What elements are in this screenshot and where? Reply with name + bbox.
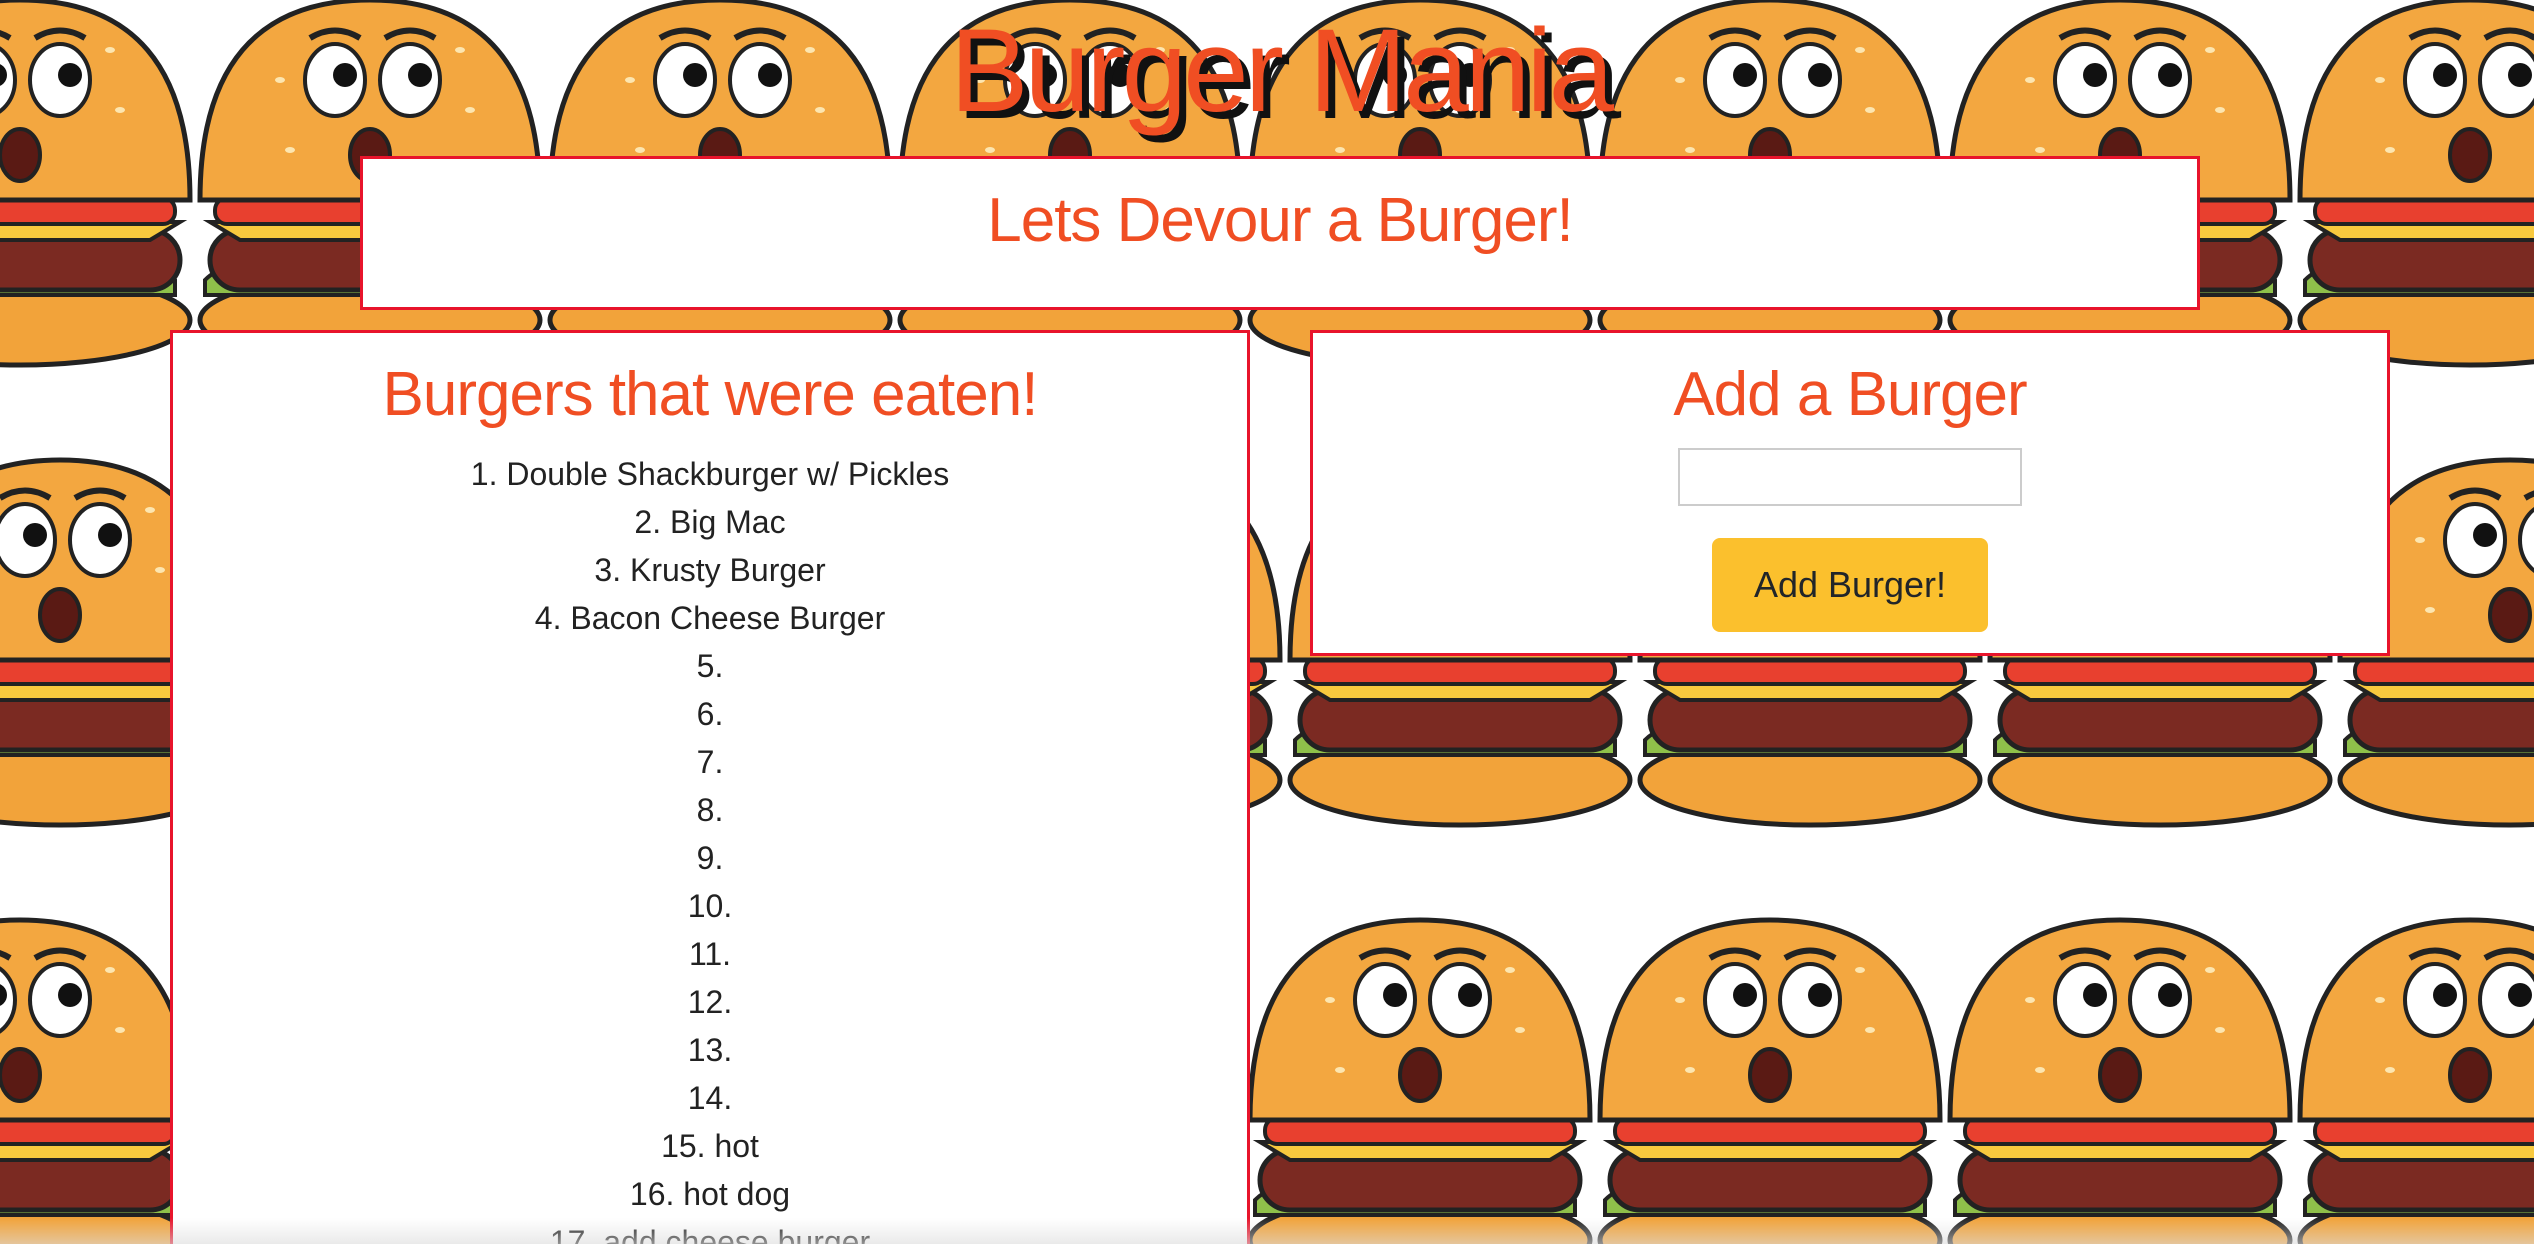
eaten-burgers-list: 1. Double Shackburger w/ Pickles 2. Big M… xyxy=(173,450,1247,1244)
burger-name-input[interactable] xyxy=(1678,448,2022,506)
eaten-burger-item: 4. Bacon Cheese Burger xyxy=(534,600,886,636)
bottom-fade xyxy=(0,1218,2534,1244)
add-burger-heading: Add a Burger xyxy=(1673,360,2027,429)
eaten-burger-item: 15. hot xyxy=(661,1128,759,1164)
eaten-burger-item: 10. xyxy=(687,888,733,924)
eaten-burger-item: 16. hot dog xyxy=(629,1176,791,1212)
eaten-burger-item: 6. xyxy=(696,696,724,732)
eaten-burger-item: 11. xyxy=(688,936,732,972)
burger-character-icon xyxy=(1570,880,1970,1244)
site-title: Burger Mania xyxy=(949,5,1614,137)
eaten-burger-item: 7. xyxy=(696,744,724,780)
eaten-burgers-heading: Burgers that were eaten! xyxy=(382,360,1039,429)
hero-panel: Lets Devour a Burger! xyxy=(360,156,2200,310)
eaten-burger-item: 12. xyxy=(687,984,733,1020)
eaten-burger-item: 5. xyxy=(696,648,724,684)
burger-character-icon xyxy=(1920,880,2320,1244)
eaten-burger-item: 8. xyxy=(696,792,724,828)
eaten-burger-item: 2. Big Mac xyxy=(634,504,786,540)
eaten-burgers-panel: Burgers that were eaten! 1. Double Shack… xyxy=(170,330,1250,1244)
burger-character-icon xyxy=(1220,880,1620,1244)
eaten-burger-item: 14. xyxy=(687,1080,733,1116)
eaten-burger-item: 1. Double Shackburger w/ Pickles xyxy=(470,456,950,492)
eaten-burger-item: 3. Krusty Burger xyxy=(594,552,826,588)
eaten-burger-item: 9. xyxy=(696,840,724,876)
hero-subtitle: Lets Devour a Burger! xyxy=(987,186,1574,255)
add-burger-button[interactable]: Add Burger! xyxy=(1712,538,1988,632)
add-burger-panel: Add a Burger Add Burger! xyxy=(1310,330,2390,656)
eaten-burger-item: 13. xyxy=(687,1032,733,1068)
burger-character-icon xyxy=(2270,880,2534,1244)
